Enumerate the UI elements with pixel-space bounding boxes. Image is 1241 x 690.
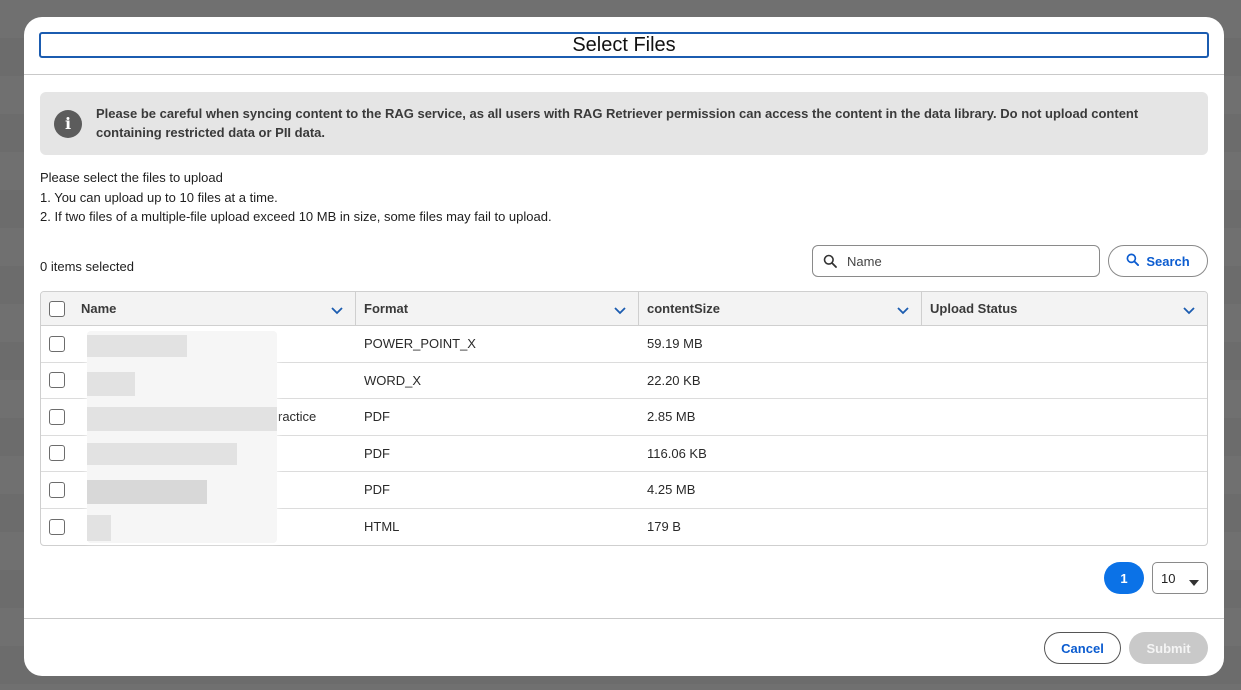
row-checkbox[interactable] [49,372,65,389]
column-header-format[interactable]: Format [356,292,639,325]
chevron-down-icon[interactable] [331,303,343,318]
notice-text: Please be careful when syncing content t… [96,106,1139,140]
upload-status [922,509,1207,546]
select-all-checkbox[interactable] [49,300,65,317]
column-header-upload-status[interactable]: Upload Status [922,292,1207,325]
row-checkbox[interactable] [49,481,65,498]
title-divider [24,74,1224,75]
file-size: 2.85 MB [647,409,696,425]
file-format: WORD_X [364,372,422,388]
footer-divider [24,618,1224,619]
chevron-down-icon[interactable] [1183,303,1195,318]
select-files-dialog: Select Files i Please be careful when sy… [24,17,1224,676]
upload-instructions: Please select the files to upload 1. You… [40,168,552,227]
row-checkbox[interactable] [49,445,65,462]
file-size: 22.20 KB [647,372,701,388]
upload-status [922,472,1207,508]
file-size: 59.19 MB [647,336,703,352]
redacted-file-names [87,331,277,543]
submit-button[interactable]: Submit [1129,632,1208,664]
file-size: 179 B [647,519,681,535]
page-size-select[interactable]: 10 [1152,562,1208,594]
search-icon [1126,253,1140,269]
search-button[interactable]: Search [1108,245,1208,277]
header-select-cell [41,292,73,325]
file-size: 116.06 KB [647,445,707,461]
warning-notice: i Please be careful when syncing content… [40,92,1208,155]
file-size: 4.25 MB [647,482,696,498]
file-format: PDF [364,445,390,461]
search-input[interactable] [847,253,1087,269]
chevron-down-icon[interactable] [614,303,626,318]
instruction-line: 1. You can upload up to 10 files at a ti… [40,189,278,205]
info-icon: i [54,110,82,138]
file-format: POWER_POINT_X [364,336,476,352]
upload-status [922,326,1207,362]
instruction-line: 2. If two files of a multiple-file uploa… [40,209,552,224]
selected-count: 0 items selected [40,259,134,274]
cancel-button[interactable]: Cancel [1044,632,1121,664]
instruction-line: Please select the files to upload [40,170,223,185]
table-header: Name Format contentSize Upload Status [41,292,1207,326]
search-field[interactable] [812,245,1100,277]
search-button-label: Search [1146,253,1190,269]
pagination-page-button[interactable]: 1 [1104,562,1144,594]
upload-status [922,363,1207,399]
chevron-down-icon [1189,575,1199,590]
column-header-name[interactable]: Name [73,292,356,325]
page-size-value: 10 [1161,570,1176,586]
file-format: PDF [364,409,390,425]
upload-status [922,436,1207,472]
dialog-title: Select Files [39,32,1209,58]
file-format: HTML [364,519,400,535]
column-header-content-size[interactable]: contentSize [639,292,922,325]
chevron-down-icon[interactable] [897,303,909,318]
file-format: PDF [364,482,390,498]
row-checkbox[interactable] [49,408,65,425]
row-checkbox[interactable] [49,335,65,352]
upload-status [922,399,1207,435]
row-checkbox[interactable] [49,518,65,535]
search-icon [813,254,847,268]
